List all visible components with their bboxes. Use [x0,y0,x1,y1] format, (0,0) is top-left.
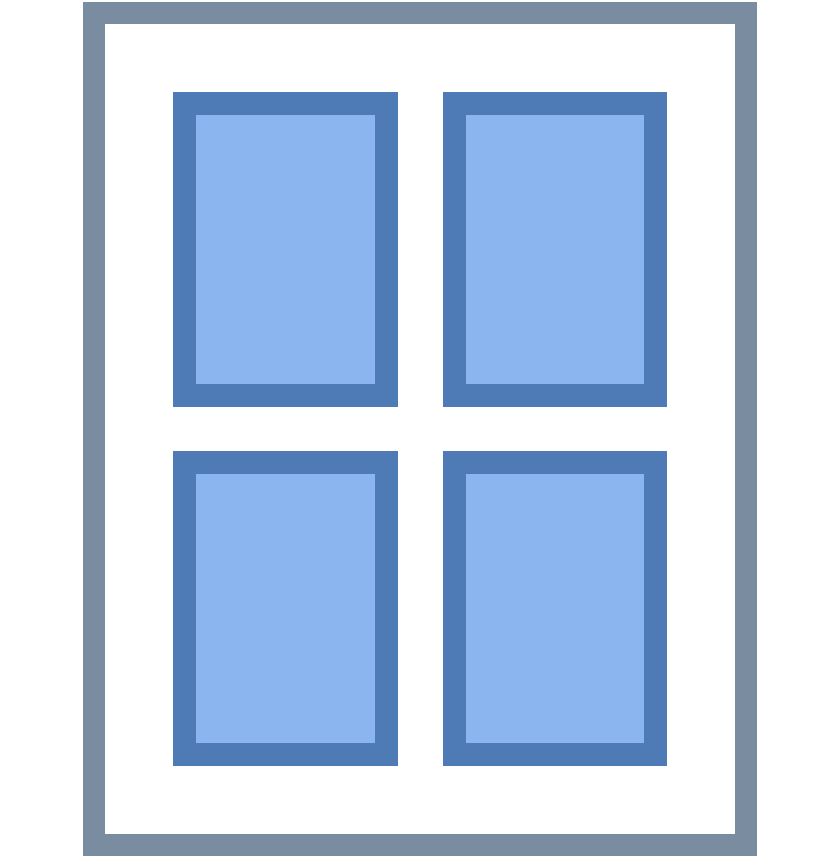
window-pane-top-left [173,92,398,407]
window-pane-bottom-left [173,451,398,766]
window-pane-bottom-right [443,451,667,766]
canvas [0,0,840,859]
window-pane-top-right [443,92,667,407]
window-icon [83,2,757,856]
